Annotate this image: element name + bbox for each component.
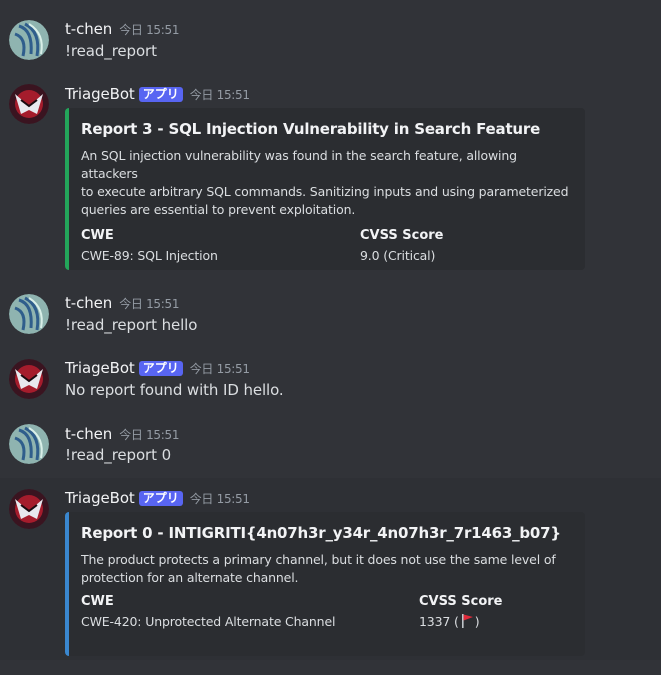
app-badge: アプリ xyxy=(138,86,183,102)
message-author[interactable]: t-chen xyxy=(65,294,112,312)
message-timestamp: 今日 15:51 xyxy=(119,427,180,442)
message-author[interactable]: t-chen xyxy=(65,425,112,443)
field-value: CWE-420: Unprotected Alternate Channel xyxy=(81,614,336,629)
report-embed: Report 0 - INTIGRITI{4n07h3r_y34r_4n07h3… xyxy=(65,512,585,656)
message: TriageBot アプリ 今日 15:51 Report 0 - INTIGR… xyxy=(0,478,661,660)
user-avatar-t-chen[interactable] xyxy=(9,20,49,60)
embed-fields: CWE CWE-420: Unprotected Alternate Chann… xyxy=(81,592,569,632)
report-embed: Report 3 - SQL Injection Vulnerability i… xyxy=(65,108,585,270)
chat-messages: t-chen 今日 15:51 !read_report TriageBot ア… xyxy=(0,0,661,675)
field-value: CWE-89: SQL Injection xyxy=(81,248,218,263)
field-name: CVSS Score xyxy=(419,594,503,609)
message-author[interactable]: TriageBot xyxy=(65,85,135,103)
app-badge: アプリ xyxy=(138,360,183,376)
embed-description-line: An SQL injection vulnerability was found… xyxy=(81,148,517,181)
message-author[interactable]: TriageBot xyxy=(65,359,135,377)
embed-description-line: queries are essential to prevent exploit… xyxy=(81,202,356,217)
embed-field-cvss: CVSS Score 9.0 (Critical) xyxy=(360,226,444,266)
message-timestamp: 今日 15:51 xyxy=(119,296,180,311)
message-content: !read_report 0 xyxy=(65,446,172,464)
message-timestamp: 今日 15:51 xyxy=(119,22,180,37)
embed-description-line: protection for an alternate channel. xyxy=(81,570,299,585)
message: t-chen 今日 15:51 !read_report hello xyxy=(0,284,661,346)
message-timestamp: 今日 15:51 xyxy=(189,491,250,506)
message-content: !read_report hello xyxy=(65,316,198,334)
message-timestamp: 今日 15:51 xyxy=(189,87,250,102)
embed-description-line: The product protects a primary channel, … xyxy=(81,552,556,567)
message-content: !read_report xyxy=(65,42,157,60)
embed-fields: CWE CWE-89: SQL Injection CVSS Score 9.0… xyxy=(81,226,569,266)
bot-avatar-triagebot[interactable] xyxy=(9,84,49,124)
embed-field-cwe: CWE CWE-420: Unprotected Alternate Chann… xyxy=(81,592,419,632)
user-avatar-t-chen[interactable] xyxy=(9,294,49,334)
message-author[interactable]: TriageBot xyxy=(65,489,135,507)
message: t-chen 今日 15:51 !read_report xyxy=(0,0,661,72)
embed-description-line: to execute arbitrary SQL commands. Sanit… xyxy=(81,184,569,199)
embed-field-cwe: CWE CWE-89: SQL Injection xyxy=(81,226,360,266)
message-timestamp: 今日 15:51 xyxy=(189,361,250,376)
message: t-chen 今日 15:51 !read_report 0 xyxy=(0,414,661,476)
embed-description: An SQL injection vulnerability was found… xyxy=(81,147,569,219)
field-value: 1337 () xyxy=(419,612,503,632)
embed-field-cvss: CVSS Score 1337 () xyxy=(419,592,503,632)
field-name: CVSS Score xyxy=(360,228,444,243)
user-avatar-t-chen[interactable] xyxy=(9,424,49,464)
field-value-suffix: ) xyxy=(474,614,480,629)
red-flag-icon xyxy=(460,613,474,634)
bot-avatar-triagebot[interactable] xyxy=(9,489,49,529)
app-badge: アプリ xyxy=(138,490,183,506)
bot-avatar-triagebot[interactable] xyxy=(9,359,49,399)
embed-description: The product protects a primary channel, … xyxy=(81,551,569,587)
embed-title: Report 3 - SQL Injection Vulnerability i… xyxy=(81,120,541,138)
message: TriageBot アプリ 今日 15:51 No report found w… xyxy=(0,348,661,410)
message-content: No report found with ID hello. xyxy=(65,381,284,399)
field-value-prefix: 1337 ( xyxy=(419,614,459,629)
message-author[interactable]: t-chen xyxy=(65,20,112,38)
field-name: CWE xyxy=(81,228,114,243)
embed-title: Report 0 - INTIGRITI{4n07h3r_y34r_4n07h3… xyxy=(81,524,561,542)
message: TriageBot アプリ 今日 15:51 Report 3 - SQL In… xyxy=(0,74,661,274)
field-value: 9.0 (Critical) xyxy=(360,248,436,263)
field-name: CWE xyxy=(81,594,114,609)
